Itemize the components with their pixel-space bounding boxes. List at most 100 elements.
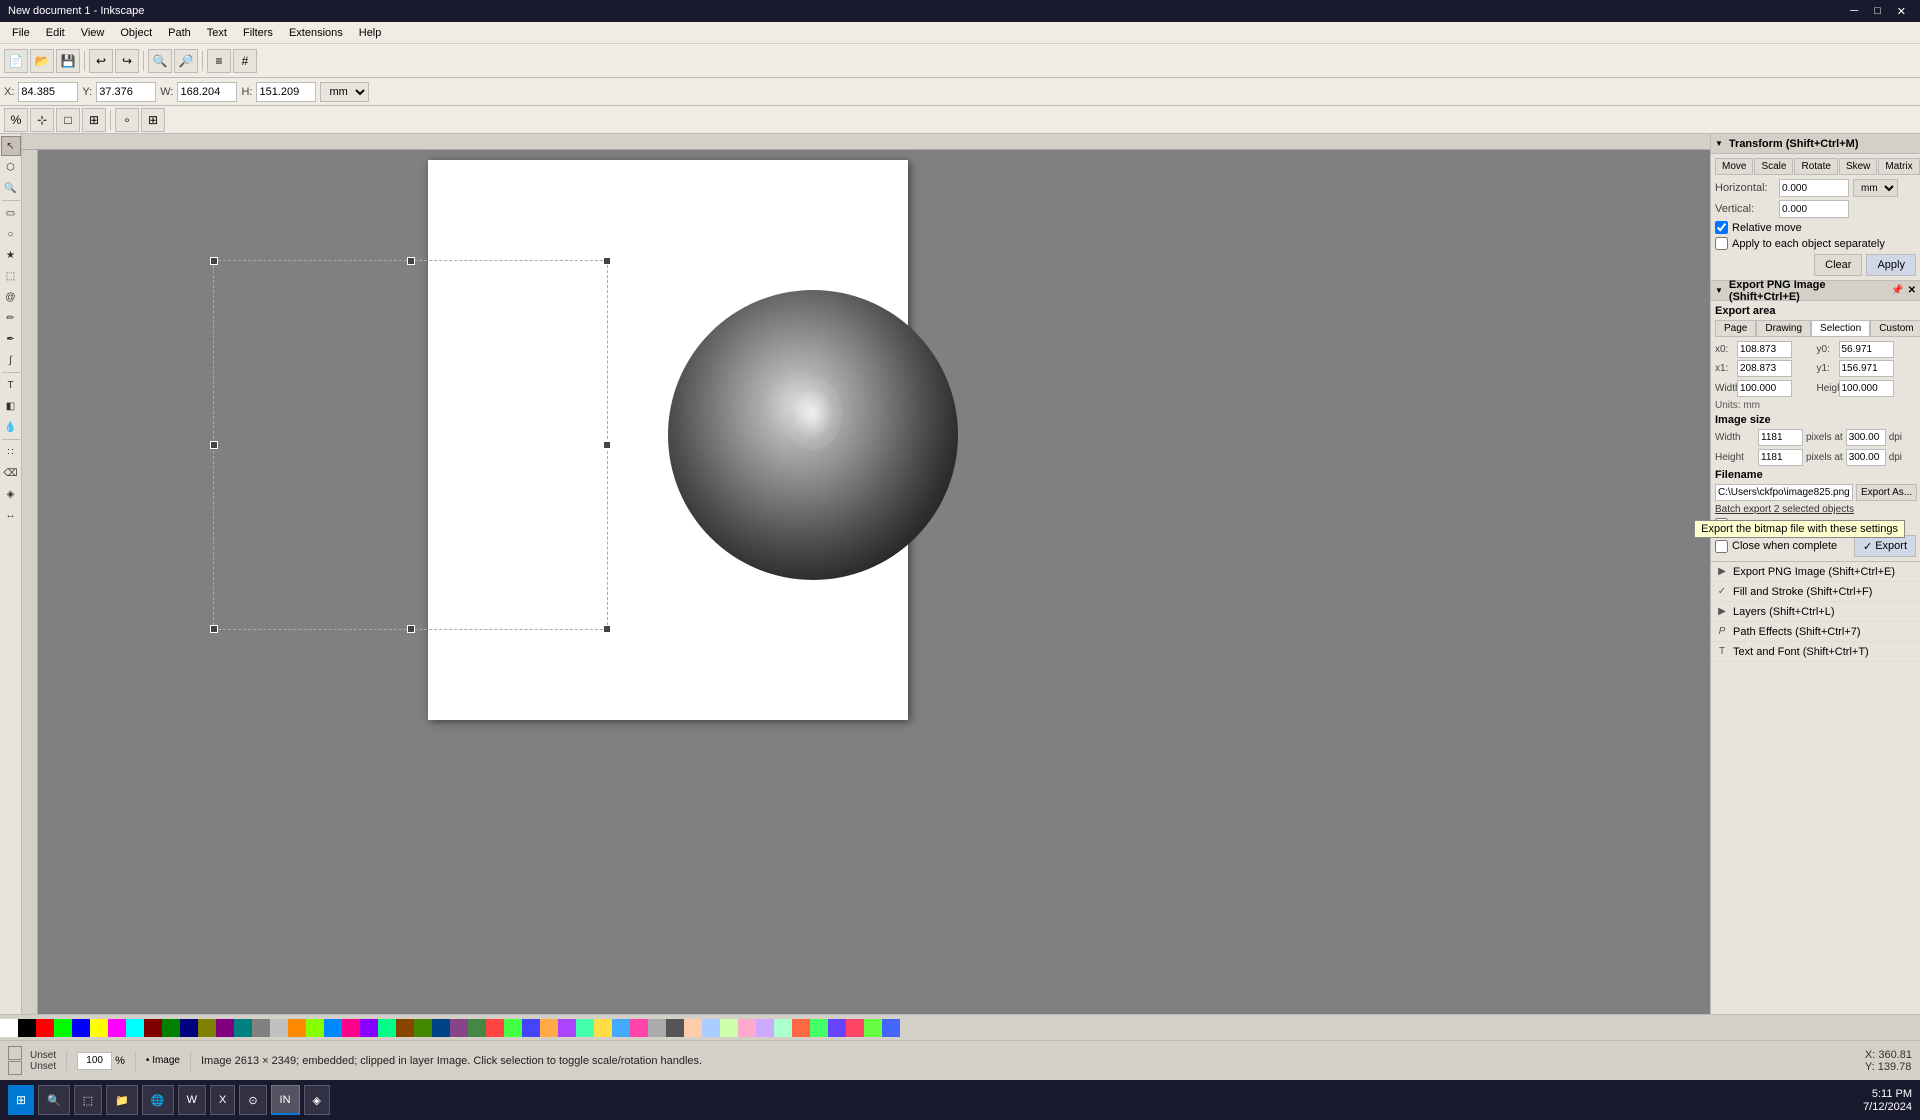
x1-input[interactable] bbox=[1737, 360, 1792, 377]
img-width-input[interactable] bbox=[1758, 429, 1803, 446]
filename-input[interactable] bbox=[1715, 484, 1853, 501]
menu-path[interactable]: Path bbox=[160, 25, 199, 41]
panel-list-layers[interactable]: ▶ Layers (Shift+Ctrl+L) bbox=[1711, 602, 1920, 622]
clear-button[interactable]: Clear bbox=[1814, 254, 1862, 276]
palette-swatch[interactable] bbox=[522, 1019, 540, 1037]
palette-swatch[interactable] bbox=[180, 1019, 198, 1037]
palette-swatch[interactable] bbox=[810, 1019, 828, 1037]
palette-swatch[interactable] bbox=[558, 1019, 576, 1037]
menu-extensions[interactable]: Extensions bbox=[281, 25, 351, 41]
palette-swatch[interactable] bbox=[216, 1019, 234, 1037]
palette-swatch[interactable] bbox=[126, 1019, 144, 1037]
panel-list-path-effects[interactable]: P Path Effects (Shift+Ctrl+7) bbox=[1711, 622, 1920, 642]
export-close-icon[interactable]: ✕ bbox=[1908, 285, 1916, 296]
palette-swatch[interactable] bbox=[846, 1019, 864, 1037]
export-panel-header[interactable]: ▼ Export PNG Image (Shift+Ctrl+E) 📌 ✕ bbox=[1711, 281, 1920, 301]
taskbar-misc1[interactable]: ◈ bbox=[304, 1085, 330, 1115]
palette-swatch[interactable] bbox=[162, 1019, 180, 1037]
paint-bucket-tool[interactable]: ◈ bbox=[1, 484, 21, 504]
grid-button[interactable]: # bbox=[233, 49, 257, 73]
apply-button[interactable]: Apply bbox=[1866, 254, 1916, 276]
palette-swatch[interactable] bbox=[468, 1019, 486, 1037]
palette-swatch[interactable] bbox=[288, 1019, 306, 1037]
palette-swatch[interactable] bbox=[396, 1019, 414, 1037]
zoom-out-button[interactable]: 🔎 bbox=[174, 49, 198, 73]
palette-swatch[interactable] bbox=[0, 1019, 18, 1037]
palette-swatch[interactable] bbox=[324, 1019, 342, 1037]
zoom-input[interactable] bbox=[77, 1052, 112, 1070]
measure-tool[interactable]: ↔ bbox=[1, 505, 21, 525]
relative-move-checkbox[interactable] bbox=[1715, 221, 1728, 234]
menu-edit[interactable]: Edit bbox=[38, 25, 73, 41]
palette-swatch[interactable] bbox=[702, 1019, 720, 1037]
taskbar-taskview[interactable]: ⬚ bbox=[74, 1085, 102, 1115]
start-button[interactable]: ⊞ bbox=[8, 1085, 34, 1115]
gradient-tool[interactable]: ◧ bbox=[1, 396, 21, 416]
palette-swatch[interactable] bbox=[414, 1019, 432, 1037]
taskbar-inkscape[interactable]: IN bbox=[271, 1085, 300, 1115]
batch-export-link[interactable]: Batch export 2 selected objects bbox=[1715, 504, 1854, 515]
3d-tool[interactable]: ⬚ bbox=[1, 266, 21, 286]
ea-tab-selection[interactable]: Selection bbox=[1811, 320, 1870, 337]
height-input[interactable] bbox=[1839, 380, 1894, 397]
palette-swatch[interactable] bbox=[720, 1019, 738, 1037]
ellipse-tool[interactable]: ○ bbox=[1, 224, 21, 244]
palette-swatch[interactable] bbox=[576, 1019, 594, 1037]
zoom-in-button[interactable]: 🔍 bbox=[148, 49, 172, 73]
calligraphy-tool[interactable]: ∫ bbox=[1, 350, 21, 370]
palette-swatch[interactable] bbox=[882, 1019, 900, 1037]
snap-to-nodes[interactable]: ∘ bbox=[115, 108, 139, 132]
snap-nodes[interactable]: ⊹ bbox=[30, 108, 54, 132]
horizontal-input[interactable] bbox=[1779, 179, 1849, 197]
palette-swatch[interactable] bbox=[270, 1019, 288, 1037]
tab-rotate[interactable]: Rotate bbox=[1794, 158, 1837, 175]
horizontal-unit[interactable]: mm bbox=[1853, 179, 1898, 197]
dropper-tool[interactable]: 💧 bbox=[1, 417, 21, 437]
width-input[interactable] bbox=[1737, 380, 1792, 397]
node-tool[interactable]: ⬡ bbox=[1, 157, 21, 177]
transform-panel-header[interactable]: ▼ Transform (Shift+Ctrl+M) bbox=[1711, 134, 1920, 154]
palette-swatch[interactable] bbox=[684, 1019, 702, 1037]
snap-to-grid[interactable]: ⊞ bbox=[141, 108, 165, 132]
close-button[interactable]: ✕ bbox=[1891, 3, 1912, 20]
palette-swatch[interactable] bbox=[18, 1019, 36, 1037]
palette-swatch[interactable] bbox=[450, 1019, 468, 1037]
menu-view[interactable]: View bbox=[73, 25, 113, 41]
panel-list-export[interactable]: ▶ Export PNG Image (Shift+Ctrl+E) bbox=[1711, 562, 1920, 582]
star-tool[interactable]: ★ bbox=[1, 245, 21, 265]
palette-swatch[interactable] bbox=[828, 1019, 846, 1037]
taskbar-search[interactable]: 🔍 bbox=[38, 1085, 70, 1115]
palette-swatch[interactable] bbox=[252, 1019, 270, 1037]
export-as-button[interactable]: Export As... bbox=[1856, 484, 1917, 501]
panel-list-fill[interactable]: ✓ Fill and Stroke (Shift+Ctrl+F) bbox=[1711, 582, 1920, 602]
palette-swatch[interactable] bbox=[666, 1019, 684, 1037]
palette-swatch[interactable] bbox=[738, 1019, 756, 1037]
menu-filters[interactable]: Filters bbox=[235, 25, 281, 41]
menu-object[interactable]: Object bbox=[112, 25, 160, 41]
palette-swatch[interactable] bbox=[594, 1019, 612, 1037]
export-pin-icon[interactable]: 📌 bbox=[1891, 285, 1903, 296]
vertical-input[interactable] bbox=[1779, 200, 1849, 218]
w-input[interactable] bbox=[177, 82, 237, 102]
zoom-tool[interactable]: 🔍 bbox=[1, 178, 21, 198]
spray-tool[interactable]: ∷ bbox=[1, 442, 21, 462]
y1-input[interactable] bbox=[1839, 360, 1894, 377]
align-button[interactable]: ≡ bbox=[207, 49, 231, 73]
palette-swatch[interactable] bbox=[342, 1019, 360, 1037]
h-input[interactable] bbox=[256, 82, 316, 102]
pen-tool[interactable]: ✒ bbox=[1, 329, 21, 349]
minimize-button[interactable]: ─ bbox=[1844, 3, 1864, 20]
palette-swatch[interactable] bbox=[144, 1019, 162, 1037]
pencil-tool[interactable]: ✏ bbox=[1, 308, 21, 328]
redo-button[interactable]: ↪ bbox=[115, 49, 139, 73]
palette-swatch[interactable] bbox=[486, 1019, 504, 1037]
taskbar-edge[interactable]: 🌐 bbox=[142, 1085, 174, 1115]
palette-swatch[interactable] bbox=[612, 1019, 630, 1037]
taskbar-explorer[interactable]: 📁 bbox=[106, 1085, 138, 1115]
palette-swatch[interactable] bbox=[198, 1019, 216, 1037]
canvas-viewport[interactable] bbox=[38, 150, 1710, 1014]
canvas-area[interactable] bbox=[22, 134, 1710, 1014]
palette-swatch[interactable] bbox=[72, 1019, 90, 1037]
x0-input[interactable] bbox=[1737, 341, 1792, 358]
tab-scale[interactable]: Scale bbox=[1754, 158, 1793, 175]
